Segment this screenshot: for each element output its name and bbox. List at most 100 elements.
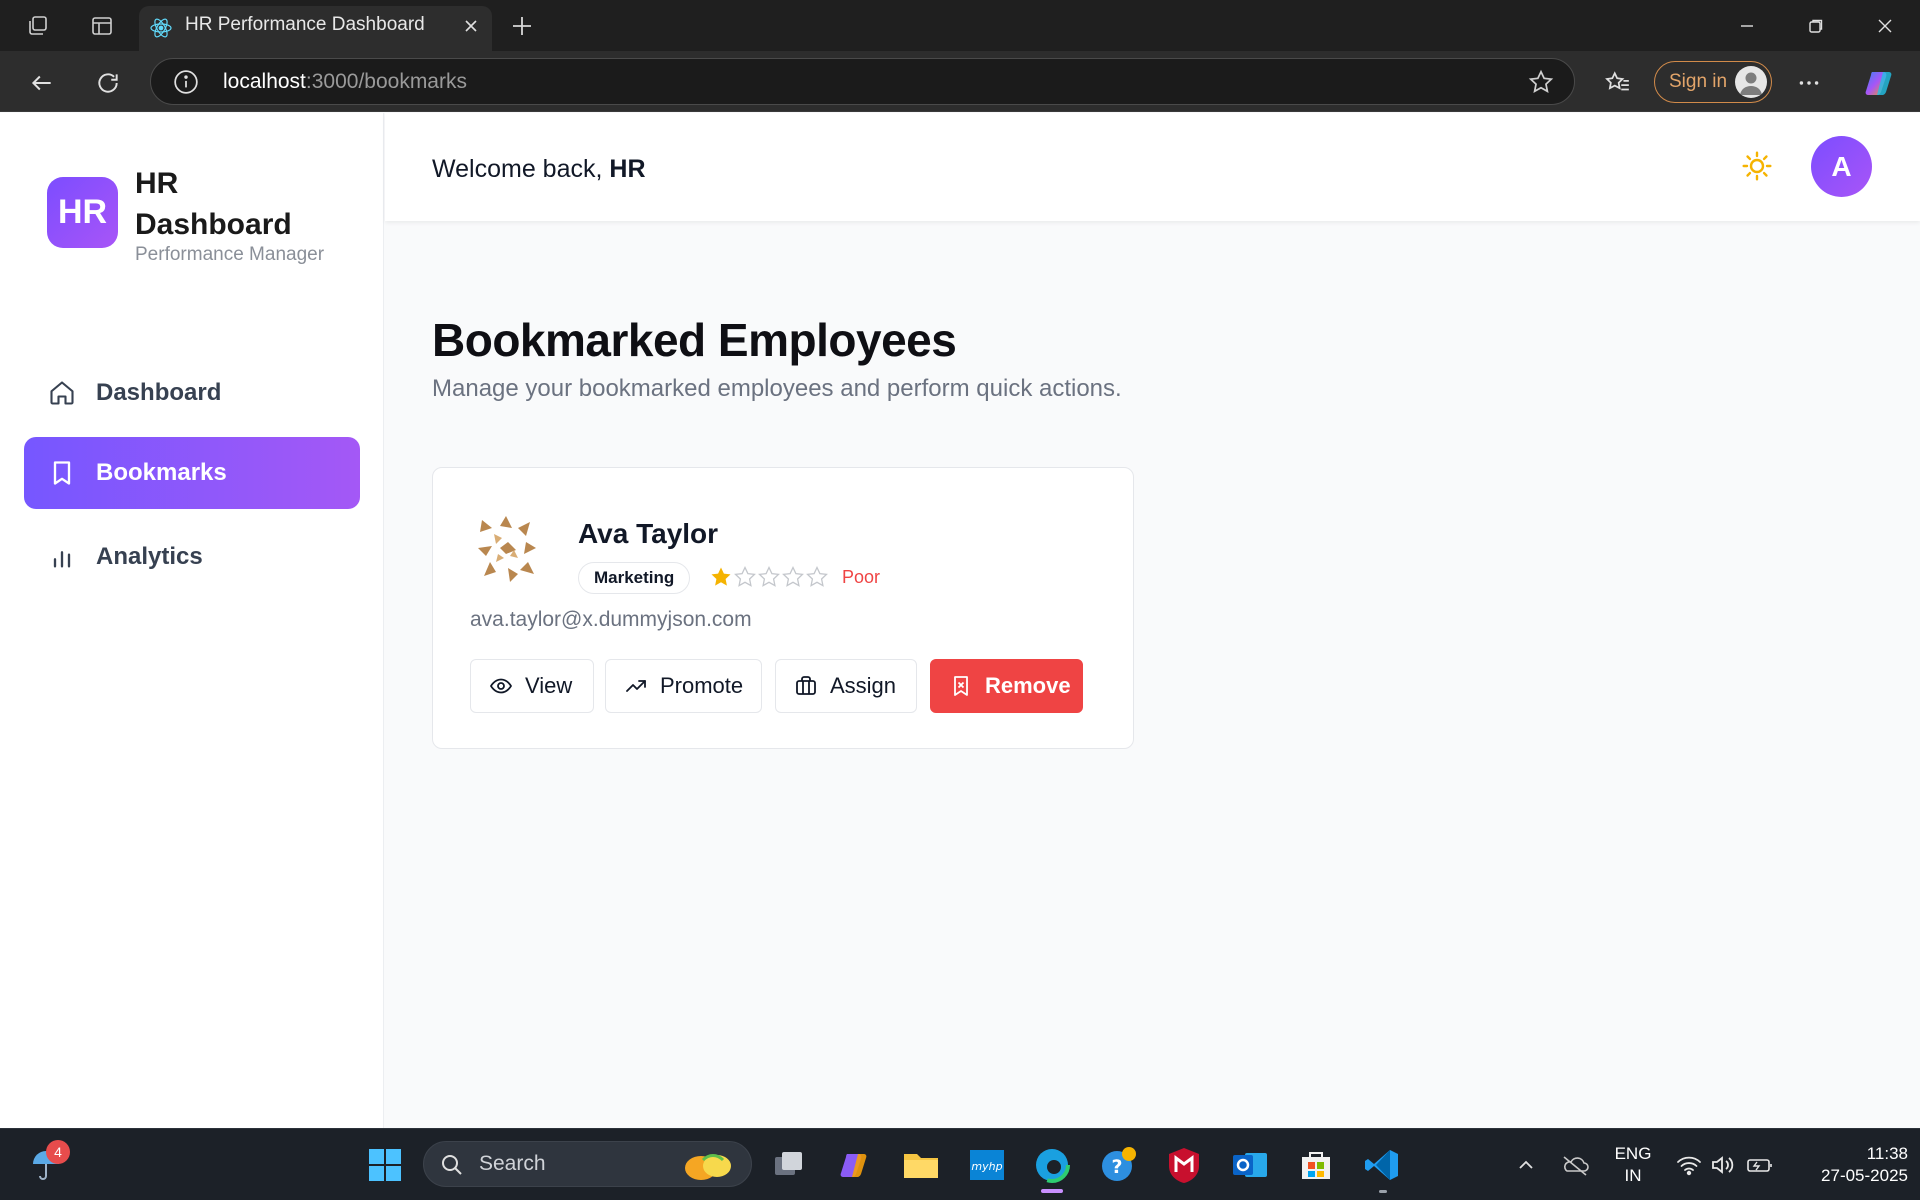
sign-in-button[interactable]: Sign in xyxy=(1654,61,1772,103)
tab-close-icon[interactable] xyxy=(458,13,484,39)
url-host: localhost xyxy=(223,70,306,93)
sidebar-item-analytics[interactable]: Analytics xyxy=(24,521,360,593)
eye-icon xyxy=(489,678,513,694)
sign-in-label: Sign in xyxy=(1669,71,1728,92)
welcome-name: HR xyxy=(609,155,646,183)
view-button-label: View xyxy=(525,673,573,698)
tab-actions-icon[interactable] xyxy=(86,10,118,42)
welcome-prefix: Welcome back, xyxy=(432,155,610,183)
browser-toolbar: localhost:3000/bookmarks Sign in xyxy=(0,51,1920,112)
react-favicon-icon xyxy=(150,18,172,38)
favorite-star-icon[interactable] xyxy=(1528,69,1554,95)
browser-tab-bar: HR Performance Dashboard xyxy=(0,0,1920,51)
url-text: localhost:3000/bookmarks xyxy=(223,59,467,104)
file-explorer-icon[interactable] xyxy=(897,1141,945,1189)
battery-icon[interactable] xyxy=(1736,1141,1784,1189)
language-line-2: IN xyxy=(1624,1166,1642,1185)
assign-button-label: Assign xyxy=(830,673,897,698)
remove-button-label: Remove xyxy=(985,673,1071,698)
new-tab-icon[interactable] xyxy=(506,10,538,42)
profile-avatar-icon xyxy=(1735,66,1767,98)
copilot-app-icon[interactable] xyxy=(831,1141,879,1189)
search-label: Search xyxy=(479,1152,546,1175)
clock-date: 27-05-2025 xyxy=(1821,1166,1908,1185)
show-hidden-icons-icon[interactable] xyxy=(1502,1141,1550,1189)
app-subtitle: Performance Manager xyxy=(135,244,325,265)
refresh-icon[interactable] xyxy=(88,63,128,103)
clock[interactable]: 11:38 27-05-2025 xyxy=(1790,1143,1908,1187)
welcome-message: Welcome back, HR xyxy=(432,113,646,225)
briefcase-icon xyxy=(796,676,816,695)
myhp-icon[interactable]: myhp xyxy=(963,1141,1011,1189)
tab-title: HR Performance Dashboard xyxy=(185,14,425,35)
workspaces-icon[interactable] xyxy=(22,10,54,42)
home-icon xyxy=(50,381,74,405)
employee-card: Ava Taylor Marketing Poor ava.taylor@x.d… xyxy=(432,467,1134,749)
star-empty-icon xyxy=(758,565,780,587)
vscode-running-indicator xyxy=(1379,1190,1387,1193)
promote-button[interactable]: Promote xyxy=(605,659,762,713)
page-subtitle: Manage your bookmarked employees and per… xyxy=(432,375,1122,402)
svg-text:?: ? xyxy=(1111,1156,1122,1178)
star-empty-icon xyxy=(806,565,828,587)
address-bar[interactable]: localhost:3000/bookmarks xyxy=(150,58,1575,105)
task-view-icon[interactable] xyxy=(765,1141,813,1189)
star-empty-icon xyxy=(734,565,756,587)
sidebar-item-label: Bookmarks xyxy=(96,459,227,486)
sun-icon[interactable] xyxy=(1741,150,1773,182)
windows-start-icon[interactable] xyxy=(361,1141,409,1189)
svg-text:myhp: myhp xyxy=(971,1160,1002,1173)
star-filled-icon xyxy=(711,567,731,586)
sidebar-item-dashboard[interactable]: Dashboard xyxy=(24,357,360,429)
department-badge: Marketing xyxy=(578,562,691,594)
view-button[interactable]: View xyxy=(470,659,594,713)
promote-button-label: Promote xyxy=(660,673,744,698)
favorites-icon[interactable] xyxy=(1598,63,1638,103)
get-help-icon[interactable]: ? xyxy=(1094,1141,1142,1189)
url-path: :3000/bookmarks xyxy=(305,70,467,93)
rating-label: Poor xyxy=(842,567,881,587)
outlook-icon[interactable] xyxy=(1226,1141,1274,1189)
assign-button[interactable]: Assign xyxy=(775,659,917,713)
employee-email: ava.taylor@x.dummyjson.com xyxy=(470,608,752,631)
clock-time: 11:38 xyxy=(1866,1144,1908,1163)
edge-active-indicator xyxy=(1041,1189,1063,1193)
more-options-icon[interactable] xyxy=(1789,63,1829,103)
search-icon xyxy=(442,1155,462,1175)
vscode-icon[interactable] xyxy=(1358,1141,1406,1189)
app-logo: HR xyxy=(47,177,118,248)
language-indicator[interactable]: ENG IN xyxy=(1608,1143,1658,1187)
microsoft-store-icon[interactable] xyxy=(1292,1141,1340,1189)
remove-button[interactable]: Remove xyxy=(930,659,1083,713)
close-window-icon[interactable] xyxy=(1851,0,1919,51)
copilot-icon[interactable] xyxy=(1860,63,1900,103)
sidebar-item-bookmarks[interactable]: Bookmarks xyxy=(24,437,360,509)
weather-badge: 4 xyxy=(46,1140,70,1164)
edge-browser-icon[interactable] xyxy=(1028,1141,1076,1189)
user-avatar[interactable]: A xyxy=(1811,136,1872,197)
minimize-icon[interactable] xyxy=(1713,0,1781,51)
site-info-icon[interactable] xyxy=(173,69,199,95)
sidebar-item-label: Analytics xyxy=(96,543,203,570)
app-title: HR Dashboard xyxy=(135,167,292,241)
search-highlight-icon xyxy=(685,1154,731,1180)
sidebar-item-label: Dashboard xyxy=(96,379,222,406)
browser-tab-active[interactable]: HR Performance Dashboard xyxy=(139,6,492,51)
rating-stars xyxy=(709,565,829,589)
bar-chart-icon xyxy=(53,551,71,568)
sidebar: HR HR Dashboard Performance Manager Dash… xyxy=(0,113,384,1128)
page-title: Bookmarked Employees xyxy=(432,314,957,366)
taskbar-search[interactable]: Search xyxy=(423,1141,752,1187)
employee-photo xyxy=(478,516,536,582)
onedrive-icon[interactable] xyxy=(1551,1141,1599,1189)
restore-icon[interactable] xyxy=(1782,0,1850,51)
top-header: Welcome back, HR A xyxy=(385,113,1920,221)
back-icon[interactable] xyxy=(22,63,62,103)
trending-up-icon xyxy=(626,680,646,692)
windows-taskbar: 4 Search myhp ? ENG IN 11:38 27-05-2025 xyxy=(0,1128,1920,1200)
employee-name: Ava Taylor xyxy=(578,518,719,549)
star-empty-icon xyxy=(782,565,804,587)
language-line-1: ENG xyxy=(1614,1144,1652,1163)
bookmark-remove-icon xyxy=(954,676,968,696)
mcafee-icon[interactable] xyxy=(1160,1141,1208,1189)
